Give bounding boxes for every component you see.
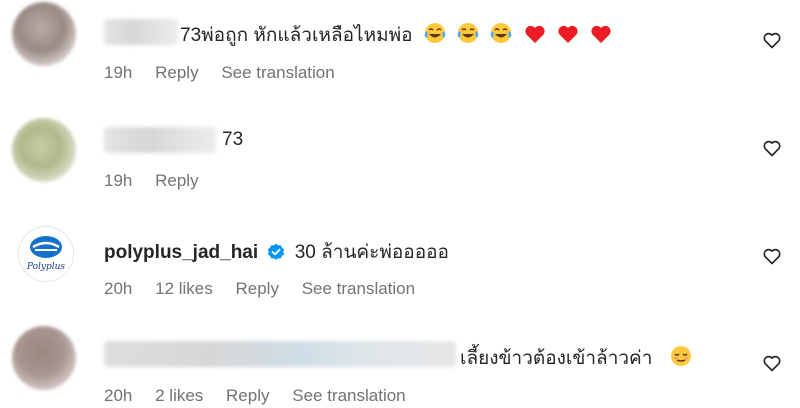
heart-emoji-icon bbox=[524, 24, 546, 50]
comment-2: 73 19h Reply bbox=[0, 108, 800, 216]
avatar[interactable] bbox=[12, 326, 76, 390]
see-translation-button[interactable]: See translation bbox=[292, 386, 405, 405]
comment-meta: 19h Reply See translation bbox=[104, 63, 353, 83]
comment-time[interactable]: 19h bbox=[104, 63, 132, 82]
comment-time[interactable]: 20h bbox=[104, 386, 132, 405]
comment-time[interactable]: 19h bbox=[104, 171, 132, 190]
comment-meta: 20h 12 likes Reply See translation bbox=[104, 279, 433, 299]
username-redacted[interactable] bbox=[104, 341, 456, 367]
comment-text: 73พ่อถูก หักแล้วเหลือไหมพ่อ bbox=[180, 20, 612, 50]
comment-body: เลี้ยงข้าวต้องเข้าล้าวค่า bbox=[460, 348, 653, 369]
comment-time[interactable]: 20h bbox=[104, 279, 132, 298]
comment-text: 73 bbox=[222, 129, 243, 151]
heart-emoji-icon bbox=[557, 24, 579, 50]
like-heart-icon[interactable] bbox=[762, 138, 782, 158]
verified-badge-icon bbox=[267, 243, 285, 267]
comment-meta: 20h 2 likes Reply See translation bbox=[104, 386, 424, 406]
avatar[interactable] bbox=[12, 118, 76, 182]
see-translation-button[interactable]: See translation bbox=[221, 63, 334, 82]
comment-text: เลี้ยงข้าวต้องเข้าล้าวค่า bbox=[460, 343, 692, 373]
laughing-crying-emoji-icon bbox=[457, 22, 479, 50]
comment-body: 73พ่อถูก หักแล้วเหลือไหมพ่อ bbox=[180, 25, 413, 46]
heart-emoji-icon bbox=[590, 24, 612, 50]
like-heart-icon[interactable] bbox=[762, 246, 782, 266]
comment-text: polyplus_jad_hai 30 ล้านค่ะพ่อออออ bbox=[104, 237, 449, 267]
see-translation-button[interactable]: See translation bbox=[302, 279, 415, 298]
comment-body: 73 bbox=[222, 129, 244, 150]
comment-meta: 19h Reply bbox=[104, 171, 217, 191]
polyplus-logo-icon: Polyplus bbox=[26, 236, 66, 272]
likes-count[interactable]: 12 likes bbox=[155, 279, 213, 298]
relieved-face-emoji-icon bbox=[670, 345, 692, 373]
like-heart-icon[interactable] bbox=[762, 30, 782, 50]
reply-button[interactable]: Reply bbox=[226, 386, 269, 405]
comment-4: เลี้ยงข้าวต้องเข้าล้าวค่า 20h 2 likes Re… bbox=[0, 316, 800, 408]
username-redacted[interactable] bbox=[104, 127, 216, 153]
comment-3: Polyplus polyplus_jad_hai 30 ล้านค่ะพ่ออ… bbox=[0, 216, 800, 316]
laughing-crying-emoji-icon bbox=[424, 22, 446, 50]
avatar[interactable] bbox=[12, 2, 76, 66]
reply-button[interactable]: Reply bbox=[235, 279, 278, 298]
comment-1: 73พ่อถูก หักแล้วเหลือไหมพ่อ 19h Reply Se… bbox=[0, 0, 800, 108]
username[interactable]: polyplus_jad_hai bbox=[104, 242, 258, 263]
like-heart-icon[interactable] bbox=[762, 353, 782, 373]
username-redacted[interactable] bbox=[104, 19, 178, 45]
comment-body: 30 ล้านค่ะพ่อออออ bbox=[294, 242, 449, 263]
likes-count[interactable]: 2 likes bbox=[155, 386, 203, 405]
laughing-crying-emoji-icon bbox=[490, 22, 512, 50]
reply-button[interactable]: Reply bbox=[155, 171, 198, 190]
avatar[interactable]: Polyplus bbox=[18, 226, 74, 282]
polyplus-logo-text: Polyplus bbox=[26, 262, 66, 272]
reply-button[interactable]: Reply bbox=[155, 63, 198, 82]
